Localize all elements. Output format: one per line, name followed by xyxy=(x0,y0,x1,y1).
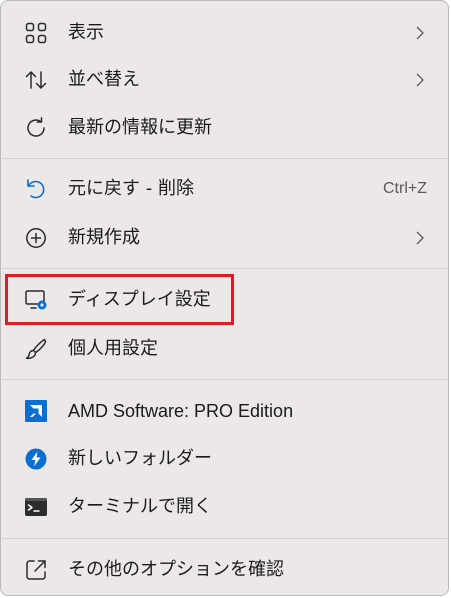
menu-item-view[interactable]: 表示 xyxy=(7,11,442,55)
menu-item-undo[interactable]: 元に戻す - 削除 Ctrl+Z xyxy=(7,167,442,211)
chevron-right-icon xyxy=(416,73,424,87)
menu-item-open-terminal[interactable]: ターミナルで開く xyxy=(7,485,442,529)
chevron-right-icon xyxy=(416,231,424,245)
menu-item-label: 個人用設定 xyxy=(68,338,158,359)
menu-item-label: その他のオプションを確認 xyxy=(68,559,284,580)
menu-item-sort[interactable]: 並べ替え xyxy=(7,58,442,102)
menu-item-label: ディスプレイ設定 xyxy=(68,289,211,310)
menu-item-refresh[interactable]: 最新の情報に更新 xyxy=(7,106,442,150)
terminal-icon xyxy=(24,495,48,519)
shortcut-text: Ctrl+Z xyxy=(383,180,427,197)
menu-separator xyxy=(2,158,447,159)
undo-icon xyxy=(24,177,48,201)
menu-item-label: 元に戻す - 削除 xyxy=(68,178,194,199)
menu-separator xyxy=(2,379,447,380)
brush-icon xyxy=(24,337,48,361)
menu-separator xyxy=(2,268,447,269)
add-circle-icon xyxy=(24,226,48,250)
menu-separator xyxy=(2,538,447,539)
menu-item-label: 最新の情報に更新 xyxy=(68,117,212,138)
menu-item-new[interactable]: 新規作成 xyxy=(7,216,442,260)
refresh-icon xyxy=(24,116,48,140)
menu-item-display-settings[interactable]: ディスプレイ設定 xyxy=(7,278,442,322)
menu-item-label: 並べ替え xyxy=(68,69,140,90)
amd-logo-icon xyxy=(24,399,48,423)
menu-item-label: ターミナルで開く xyxy=(68,496,212,517)
menu-item-label: 新しいフォルダー xyxy=(68,448,212,469)
menu-item-label: 新規作成 xyxy=(68,227,140,248)
chevron-right-icon xyxy=(416,26,424,40)
menu-item-label: AMD Software: PRO Edition xyxy=(68,401,294,421)
bolt-circle-icon xyxy=(24,447,48,471)
menu-item-show-more-options[interactable]: その他のオプションを確認 xyxy=(7,548,442,592)
menu-item-new-folder[interactable]: 新しいフォルダー xyxy=(7,437,442,481)
menu-item-personalize[interactable]: 個人用設定 xyxy=(7,327,442,371)
menu-item-label: 表示 xyxy=(68,22,104,43)
context-menu: 表示 並べ替え 最新の情報に更新 元に戻す - 削除 Ctrl+Z 新規作成 デ… xyxy=(0,0,449,596)
display-settings-icon xyxy=(24,288,48,312)
sort-arrows-icon xyxy=(24,68,48,92)
grid-view-icon xyxy=(24,21,48,45)
share-external-icon xyxy=(24,558,48,582)
menu-item-amd-software[interactable]: AMD Software: PRO Edition xyxy=(7,389,442,433)
